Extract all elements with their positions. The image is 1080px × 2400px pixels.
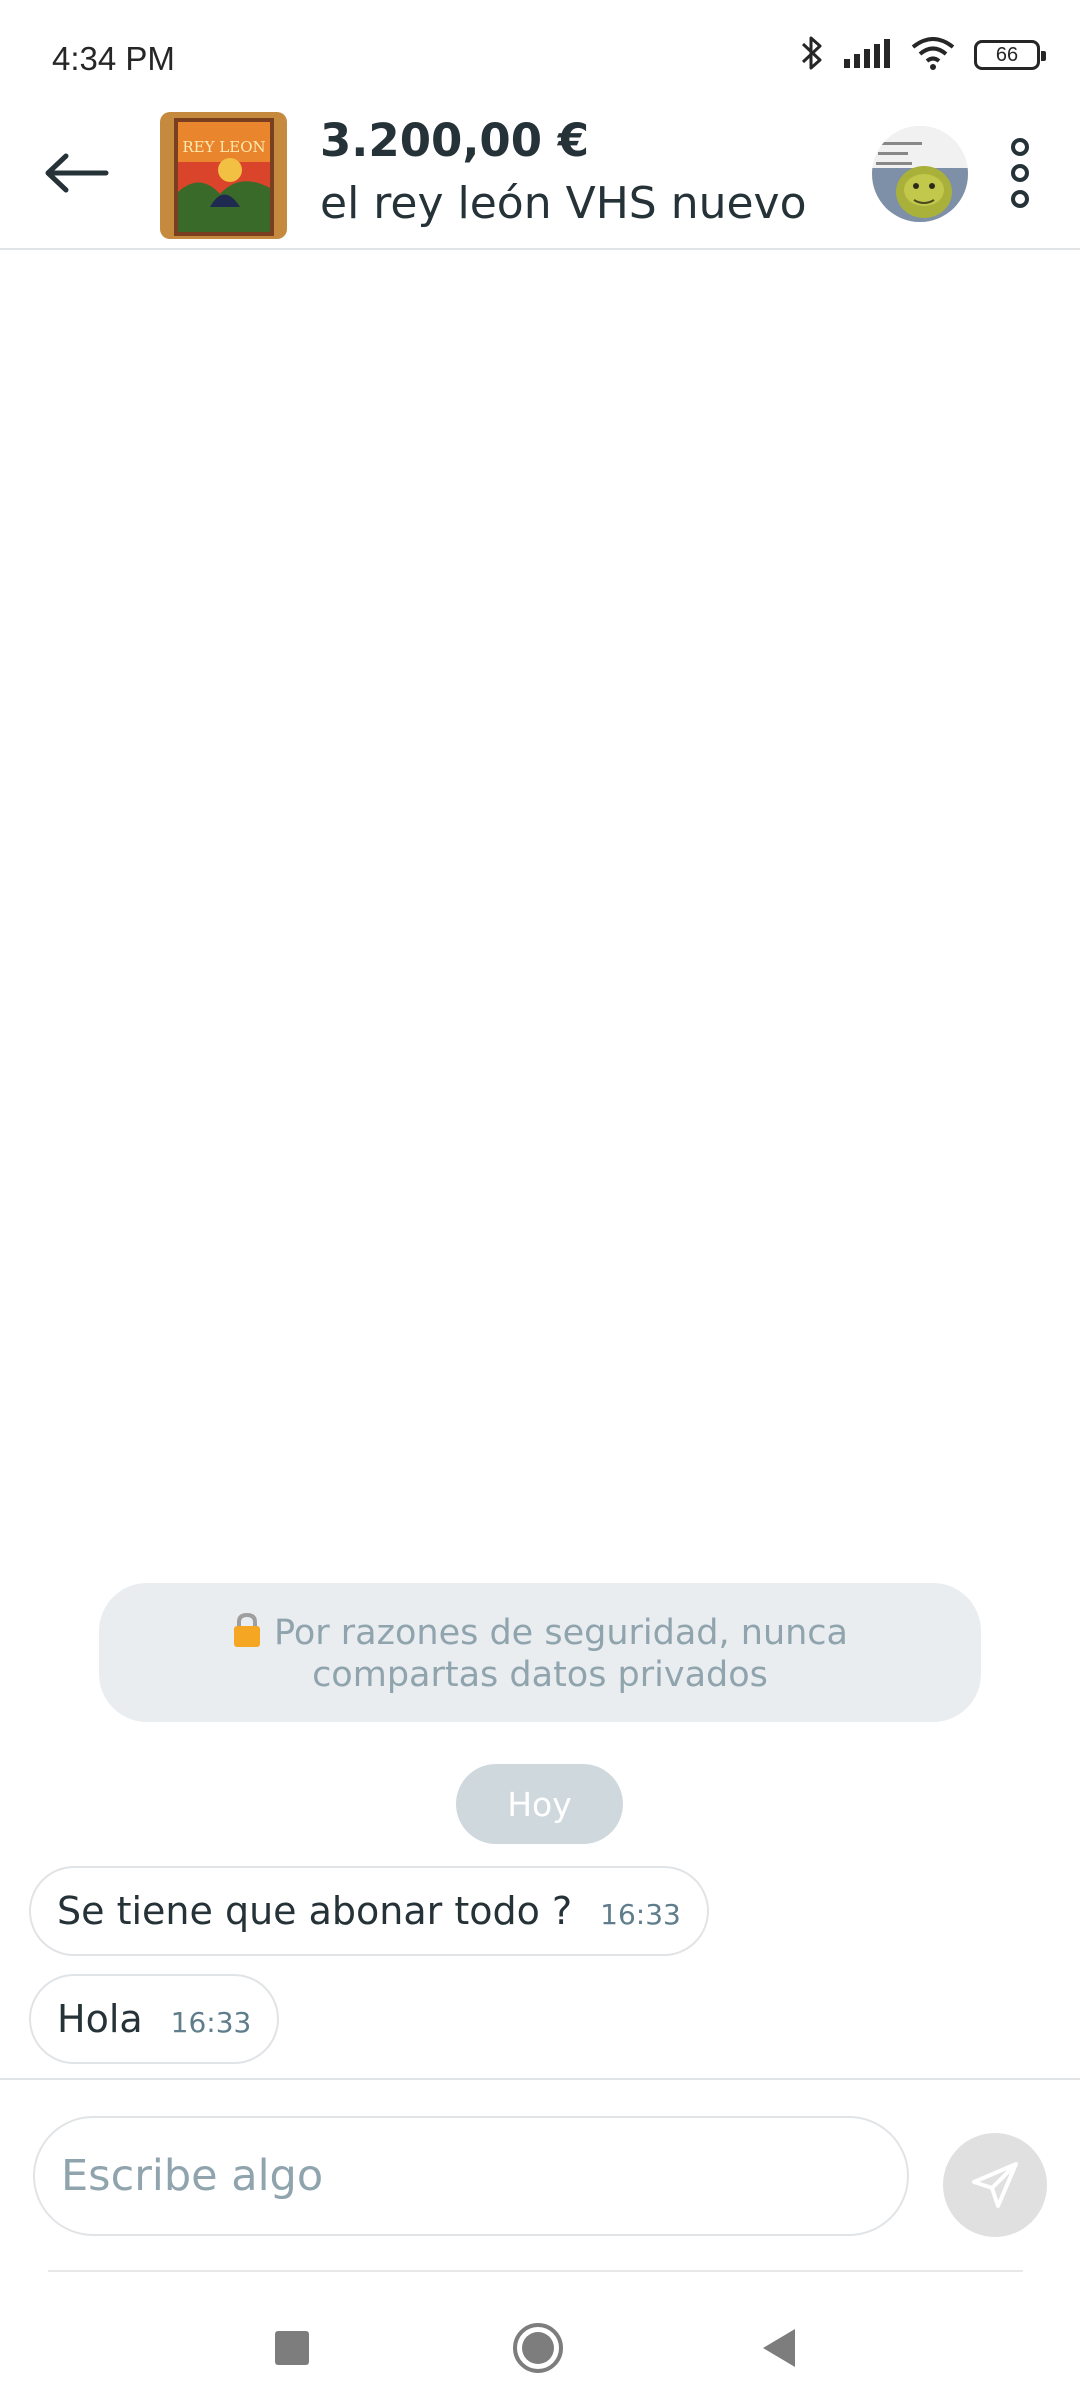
battery-icon: 66 bbox=[974, 40, 1046, 70]
item-title[interactable]: el rey león VHS nuevo bbox=[320, 178, 807, 229]
message-input[interactable] bbox=[33, 2116, 909, 2236]
bluetooth-icon bbox=[800, 34, 824, 76]
message-bubble[interactable]: Hola 16:33 bbox=[29, 1974, 280, 2064]
item-thumbnail[interactable]: REY LEON bbox=[160, 112, 287, 239]
status-time: 4:34 PM bbox=[52, 40, 175, 77]
security-notice-line1: Por razones de seguridad, nunca bbox=[273, 1612, 848, 1653]
system-nav-bar bbox=[0, 2278, 1080, 2400]
chat-messages-area[interactable]: Por razones de seguridad, nunca comparta… bbox=[0, 252, 1080, 2078]
status-icons: 66 bbox=[800, 34, 1046, 76]
square-icon bbox=[275, 2331, 309, 2365]
date-separator: Hoy bbox=[456, 1764, 623, 1844]
user-avatar[interactable] bbox=[872, 126, 968, 222]
chat-header: REY LEON 3.200,00 € el rey león VHS nuev… bbox=[0, 100, 1080, 250]
message-bubble[interactable]: Se tiene que abonar todo ? 16:33 bbox=[29, 1866, 709, 1956]
home-button[interactable] bbox=[508, 2318, 568, 2378]
status-bar: 4:34 PM 66 bbox=[0, 0, 1080, 100]
back-nav-button[interactable] bbox=[748, 2318, 808, 2378]
battery-level: 66 bbox=[995, 43, 1019, 66]
lock-icon bbox=[232, 1612, 262, 1656]
send-button[interactable] bbox=[943, 2133, 1047, 2237]
arrow-left-icon bbox=[45, 153, 109, 193]
message-composer bbox=[0, 2078, 1080, 2278]
security-notice: Por razones de seguridad, nunca comparta… bbox=[99, 1583, 981, 1722]
more-options-button[interactable] bbox=[990, 128, 1050, 218]
security-notice-line2: compartas datos privados bbox=[312, 1654, 768, 1695]
divider bbox=[48, 2270, 1023, 2272]
wifi-icon bbox=[910, 36, 956, 74]
recents-button[interactable] bbox=[262, 2318, 322, 2378]
more-vertical-icon bbox=[1011, 138, 1029, 208]
back-button[interactable] bbox=[36, 132, 118, 214]
triangle-back-icon bbox=[763, 2329, 795, 2367]
message-time: 16:33 bbox=[600, 1897, 681, 1931]
message-text: Hola bbox=[57, 1997, 143, 2041]
chat-screen: 4:34 PM 66 REY LEON 3.200,00 € el rey le… bbox=[0, 0, 1080, 2400]
thumbnail-title-text: REY LEON bbox=[182, 138, 265, 156]
signal-icon bbox=[842, 37, 892, 73]
message-text: Se tiene que abonar todo ? bbox=[57, 1889, 573, 1933]
circle-icon bbox=[513, 2323, 563, 2373]
send-icon bbox=[972, 2162, 1018, 2208]
message-time: 16:33 bbox=[170, 2005, 252, 2039]
item-price: 3.200,00 € bbox=[320, 114, 590, 167]
